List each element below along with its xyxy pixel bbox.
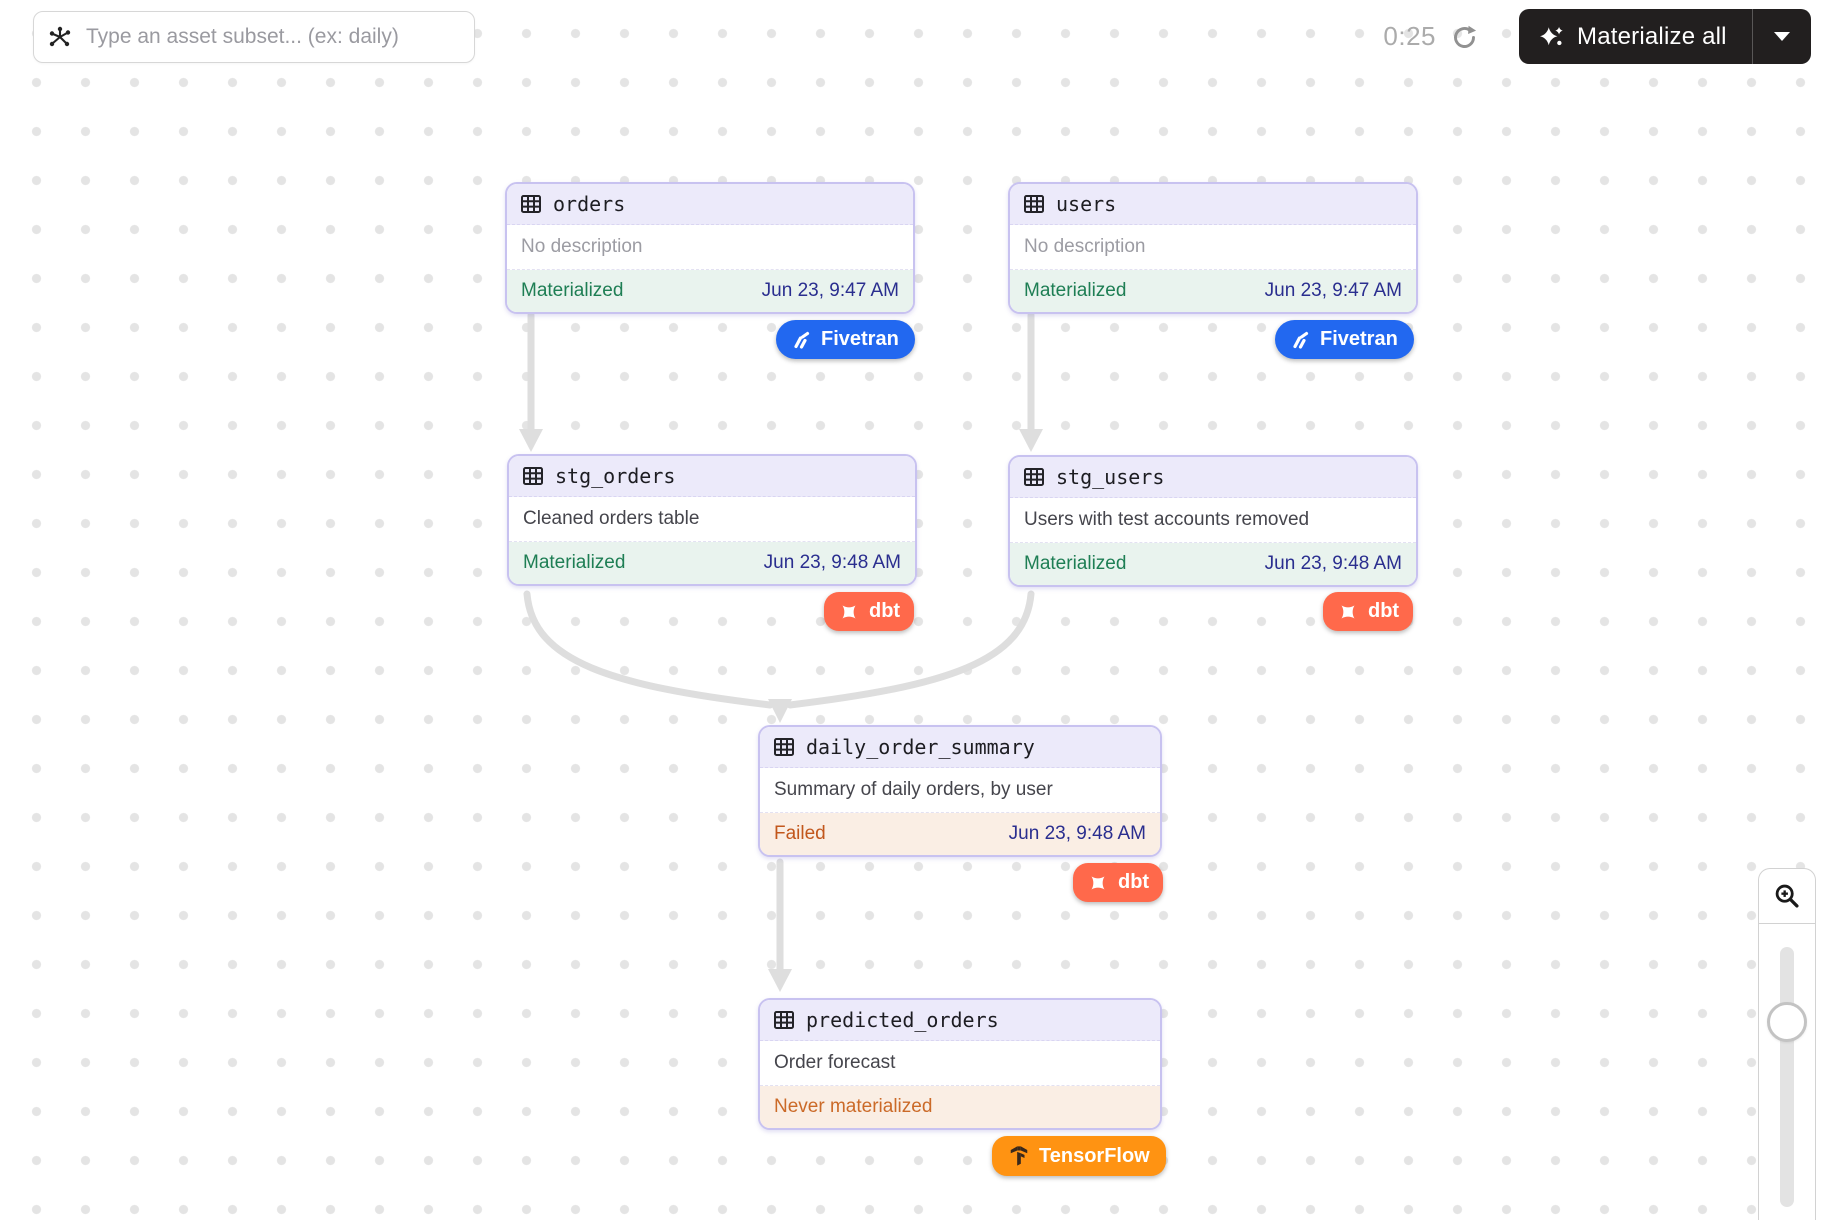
- zoom-in-button[interactable]: [1759, 869, 1815, 924]
- asset-status-row: Never materialized: [760, 1086, 1160, 1128]
- status-timestamp: Jun 23, 9:48 AM: [1265, 553, 1402, 575]
- asset-name: daily_order_summary: [806, 735, 1035, 759]
- materialize-all-button[interactable]: Materialize all: [1519, 9, 1811, 64]
- arrowhead: [519, 429, 543, 452]
- asset-node-daily-order-summary[interactable]: daily_order_summary Summary of daily ord…: [758, 725, 1162, 857]
- asset-node-header: orders: [507, 184, 913, 225]
- asset-node-header: stg_users: [1010, 457, 1416, 498]
- status-label: Never materialized: [774, 1096, 932, 1118]
- asset-status-row: Materialized Jun 23, 9:48 AM: [1010, 543, 1416, 585]
- dbt-badge[interactable]: dbt: [824, 592, 914, 631]
- asset-description: No description: [507, 225, 913, 270]
- fivetran-badge[interactable]: Fivetran: [1275, 320, 1414, 359]
- dbt-icon: [1087, 872, 1109, 894]
- asset-description: No description: [1010, 225, 1416, 270]
- dbt-badge-label: dbt: [1368, 600, 1399, 623]
- zoom-slider-thumb[interactable]: [1767, 1002, 1807, 1042]
- status-label: Materialized: [523, 552, 625, 574]
- arrowhead: [768, 969, 792, 992]
- asset-subset-search[interactable]: [33, 11, 475, 63]
- asset-status-row: Materialized Jun 23, 9:47 AM: [1010, 270, 1416, 312]
- asset-name: orders: [553, 192, 625, 216]
- status-label: Materialized: [1024, 280, 1126, 302]
- refresh-timer: 0:25: [1352, 21, 1436, 52]
- table-icon: [522, 465, 544, 487]
- asset-node-stg-users[interactable]: stg_users Users with test accounts remov…: [1008, 455, 1418, 587]
- status-timestamp: Jun 23, 9:47 AM: [762, 280, 899, 302]
- asset-node-header: daily_order_summary: [760, 727, 1160, 768]
- dbt-badge-label: dbt: [869, 600, 900, 623]
- asset-node-header: users: [1010, 184, 1416, 225]
- fivetran-badge-label: Fivetran: [1320, 328, 1398, 351]
- asset-node-predicted-orders[interactable]: predicted_orders Order forecast Never ma…: [758, 998, 1162, 1130]
- status-timestamp: Jun 23, 9:48 AM: [1009, 823, 1146, 845]
- status-label: Materialized: [1024, 553, 1126, 575]
- zoom-control-panel: [1758, 868, 1816, 1220]
- dbt-badge[interactable]: dbt: [1073, 863, 1163, 902]
- dbt-icon: [838, 601, 860, 623]
- tensorflow-icon: [1008, 1145, 1030, 1167]
- refresh-icon[interactable]: [1451, 24, 1478, 51]
- sparkles-icon: [1539, 24, 1565, 50]
- asset-name: predicted_orders: [806, 1008, 999, 1032]
- asset-node-header: stg_orders: [509, 456, 915, 497]
- arrowhead: [1019, 429, 1043, 452]
- table-icon: [773, 736, 795, 758]
- asset-name: users: [1056, 192, 1116, 216]
- status-timestamp: Jun 23, 9:47 AM: [1265, 280, 1402, 302]
- asset-name: stg_users: [1056, 465, 1164, 489]
- asset-graph-icon: [48, 25, 72, 49]
- fivetran-badge-label: Fivetran: [821, 328, 899, 351]
- status-timestamp: Jun 23, 9:48 AM: [764, 552, 901, 574]
- asset-node-header: predicted_orders: [760, 1000, 1160, 1041]
- status-label: Failed: [774, 823, 826, 845]
- asset-description: Cleaned orders table: [509, 497, 915, 542]
- asset-graph-canvas[interactable]: 0:25 Materialize all o: [0, 0, 1834, 1220]
- table-icon: [773, 1009, 795, 1031]
- fivetran-icon: [792, 330, 812, 350]
- magnifier-plus-icon: [1773, 882, 1801, 910]
- asset-node-orders[interactable]: orders No description Materialized Jun 2…: [505, 182, 915, 314]
- fivetran-icon: [1291, 330, 1311, 350]
- asset-description: Users with test accounts removed: [1010, 498, 1416, 543]
- materialize-all-label: Materialize all: [1577, 23, 1727, 51]
- fivetran-badge[interactable]: Fivetran: [776, 320, 915, 359]
- asset-node-stg-orders[interactable]: stg_orders Cleaned orders table Material…: [507, 454, 917, 586]
- tensorflow-badge[interactable]: TensorFlow: [992, 1136, 1166, 1176]
- tensorflow-badge-label: TensorFlow: [1039, 1145, 1150, 1168]
- dbt-badge-label: dbt: [1118, 871, 1149, 894]
- search-input[interactable]: [84, 24, 460, 50]
- table-icon: [520, 193, 542, 215]
- materialize-options-dropdown[interactable]: [1752, 9, 1811, 64]
- asset-name: stg_orders: [555, 464, 675, 488]
- asset-status-row: Failed Jun 23, 9:48 AM: [760, 813, 1160, 855]
- edge-stg-orders-daily: [527, 594, 770, 705]
- table-icon: [1023, 193, 1045, 215]
- status-label: Materialized: [521, 280, 623, 302]
- zoom-slider-track[interactable]: [1780, 947, 1794, 1207]
- dbt-badge[interactable]: dbt: [1323, 592, 1413, 631]
- table-icon: [1023, 466, 1045, 488]
- asset-description: Order forecast: [760, 1041, 1160, 1086]
- asset-status-row: Materialized Jun 23, 9:48 AM: [509, 542, 915, 584]
- asset-node-users[interactable]: users No description Materialized Jun 23…: [1008, 182, 1418, 314]
- chevron-down-icon: [1774, 32, 1790, 41]
- dbt-icon: [1337, 601, 1359, 623]
- asset-description: Summary of daily orders, by user: [760, 768, 1160, 813]
- asset-status-row: Materialized Jun 23, 9:47 AM: [507, 270, 913, 312]
- arrowhead: [768, 699, 792, 723]
